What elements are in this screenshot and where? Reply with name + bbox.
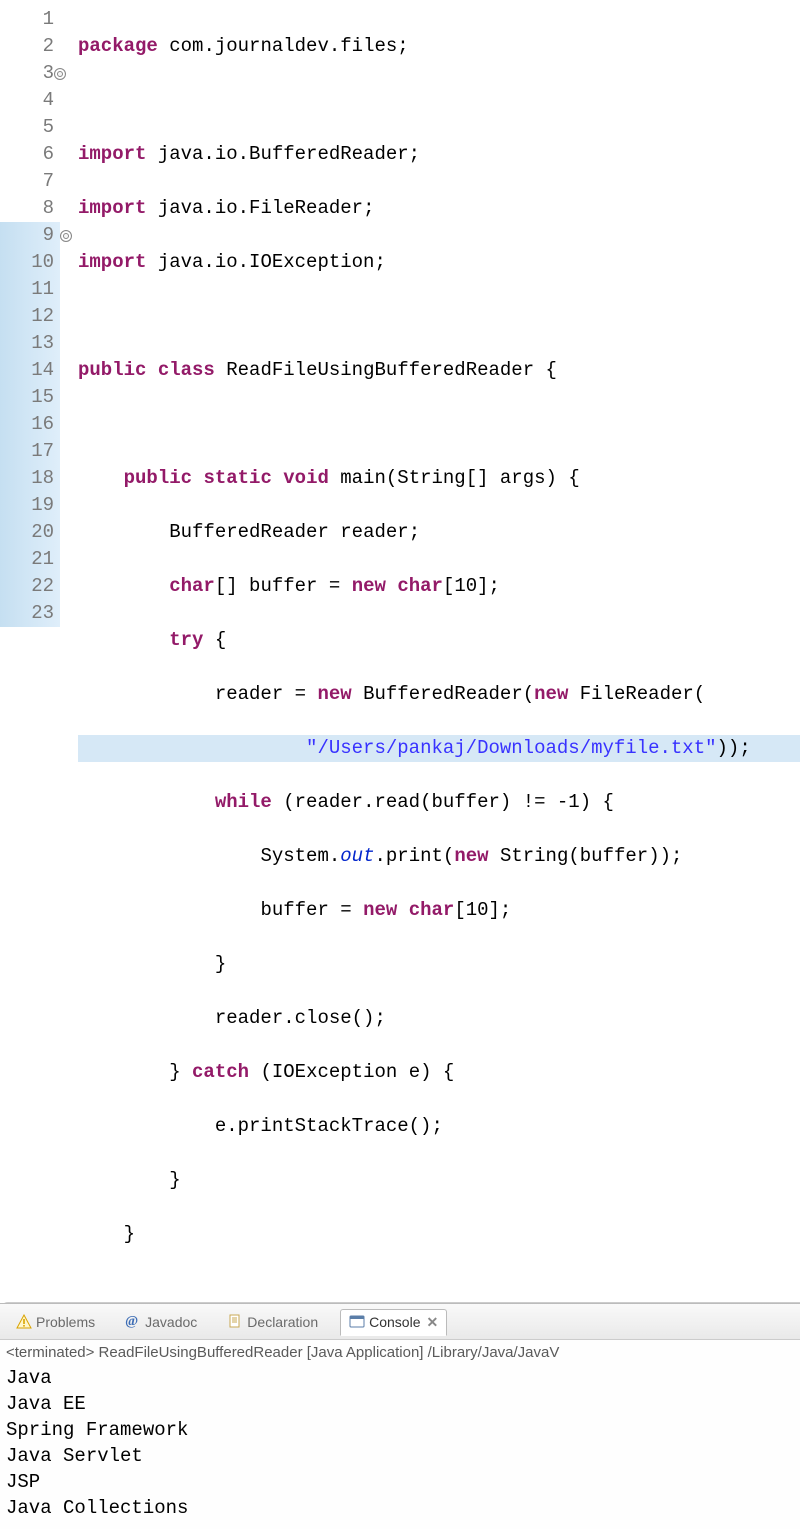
code-editor[interactable]: 1 2 3 4 5 6 7 8 9 10 11 12 13 14 15 16 1… [0,0,800,1303]
line-number: 2 [0,33,54,60]
code-line: package com.journaldev.files; [78,33,800,60]
code-line: "/Users/pankaj/Downloads/myfile.txt")); [78,735,800,762]
console-line: Java [6,1365,794,1391]
line-number: 11 [0,276,60,303]
code-line: reader.close(); [78,1005,800,1032]
line-number: 14 [0,357,60,384]
code-line: } catch (IOException e) { [78,1059,800,1086]
console-line: Spring Framework [6,1417,794,1443]
line-number: 5 [0,114,54,141]
line-number: 8 [0,195,54,222]
at-icon: @ [125,1314,141,1330]
line-number: 10 [0,249,60,276]
console-line: Java Collections [6,1495,794,1521]
code-line: import java.io.FileReader; [78,195,800,222]
line-number[interactable]: 9 [0,222,60,249]
code-line: BufferedReader reader; [78,519,800,546]
code-area[interactable]: package com.journaldev.files; import jav… [60,0,800,1302]
code-line [78,87,800,114]
code-line: import java.io.BufferedReader; [78,141,800,168]
code-line: System.out.print(new String(buffer)); [78,843,800,870]
line-number: 4 [0,87,54,114]
tab-label: Problems [36,1314,95,1330]
code-line: public class ReadFileUsingBufferedReader… [78,357,800,384]
line-number: 20 [0,519,60,546]
tab-label: Javadoc [145,1314,197,1330]
console-line: Java EE [6,1391,794,1417]
line-number: 23 [0,600,60,627]
tab-label: Declaration [247,1314,318,1330]
code-line: public static void main(String[] args) { [78,465,800,492]
code-line: } [78,1221,800,1248]
tab-javadoc[interactable]: @ Javadoc [117,1310,205,1334]
code-line: char[] buffer = new char[10]; [78,573,800,600]
code-line: while (reader.read(buffer) != -1) { [78,789,800,816]
line-number: 7 [0,168,54,195]
line-number: 13 [0,330,60,357]
line-number[interactable]: 3 [0,60,54,87]
tab-declaration[interactable]: Declaration [219,1310,326,1334]
views-tabbar: Problems @ Javadoc Declaration Console ✕ [0,1304,800,1340]
code-line [78,303,800,330]
code-line: import java.io.IOException; [78,249,800,276]
code-line [78,411,800,438]
warning-icon [16,1314,32,1330]
console-output[interactable]: Java Java EE Spring Framework Java Servl… [0,1365,800,1529]
line-number: 1 [0,6,54,33]
tab-console[interactable]: Console ✕ [340,1309,447,1336]
line-number: 12 [0,303,60,330]
console-status: <terminated> ReadFileUsingBufferedReader… [0,1340,800,1365]
code-line: } [78,951,800,978]
close-icon[interactable]: ✕ [427,1314,439,1331]
console-icon [349,1314,365,1330]
document-icon [227,1314,243,1330]
code-line: buffer = new char[10]; [78,897,800,924]
console-panel: Problems @ Javadoc Declaration Console ✕… [0,1303,800,1529]
code-line: try { [78,627,800,654]
console-line: Java Servlet [6,1443,794,1469]
code-line: } [78,1167,800,1194]
line-number: 6 [0,141,54,168]
line-number: 15 [0,384,60,411]
code-line: reader = new BufferedReader(new FileRead… [78,681,800,708]
line-number: 19 [0,492,60,519]
line-number: 21 [0,546,60,573]
tab-label: Console [369,1314,420,1330]
line-number-gutter: 1 2 3 4 5 6 7 8 9 10 11 12 13 14 15 16 1… [0,0,60,1302]
line-number: 18 [0,465,60,492]
line-number: 16 [0,411,60,438]
console-line: JSP [6,1469,794,1495]
code-line: e.printStackTrace(); [78,1113,800,1140]
tab-problems[interactable]: Problems [8,1310,103,1334]
line-number: 17 [0,438,60,465]
line-number: 22 [0,573,60,600]
